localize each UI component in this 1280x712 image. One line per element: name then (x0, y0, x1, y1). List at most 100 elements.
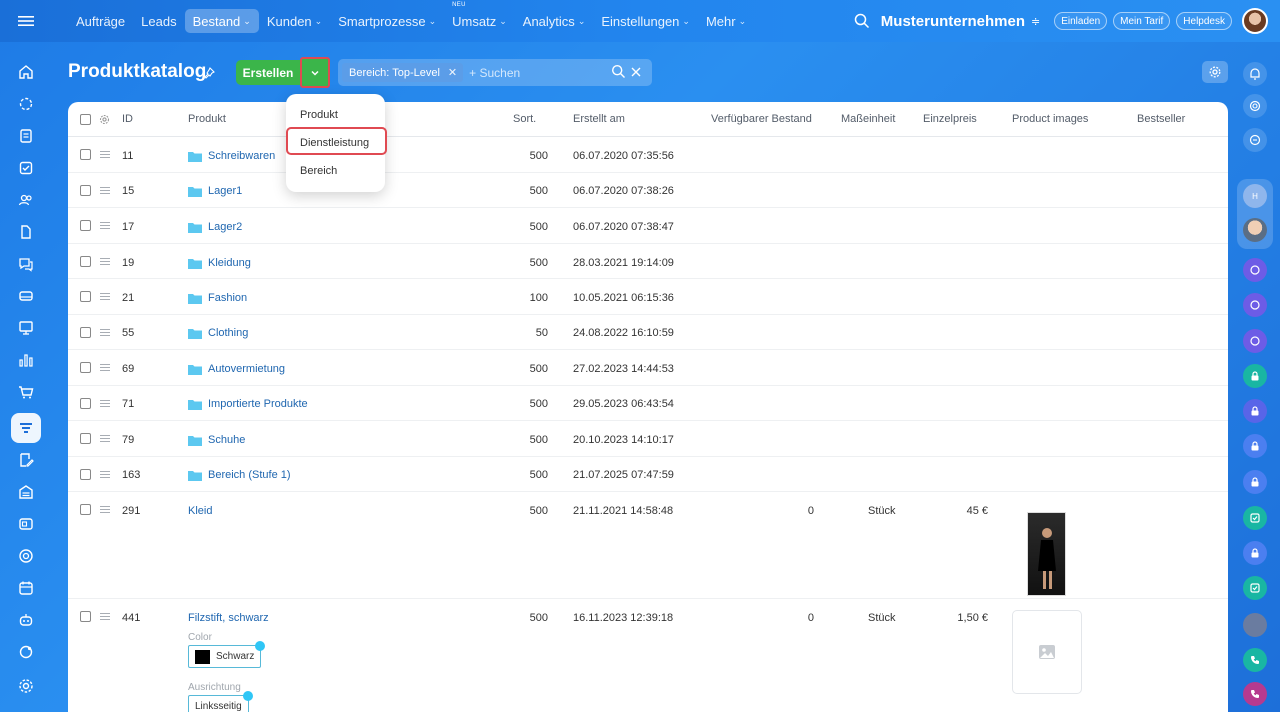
contacts-icon[interactable] (16, 190, 36, 210)
menu-item-produkt[interactable]: Produkt (300, 109, 338, 121)
column-header-id[interactable]: ID (122, 113, 133, 125)
home-icon[interactable] (16, 62, 36, 82)
marketplace-icon[interactable] (16, 642, 36, 662)
check-square-icon[interactable] (1243, 576, 1267, 600)
nav-item-auftraege[interactable]: Aufträge (68, 9, 133, 33)
row-checkbox[interactable] (80, 220, 91, 231)
product-link[interactable]: Kleid (188, 505, 212, 517)
column-header-images[interactable]: Product images (1012, 113, 1088, 125)
create-menu-toggle[interactable] (300, 57, 330, 88)
search-chat-icon[interactable] (1243, 128, 1267, 152)
row-checkbox[interactable] (80, 256, 91, 267)
row-checkbox[interactable] (80, 611, 91, 622)
page-settings-button[interactable] (1202, 61, 1228, 83)
row-checkbox[interactable] (80, 327, 91, 338)
file-icon[interactable] (16, 222, 36, 242)
presentation-icon[interactable] (16, 318, 36, 338)
search-placeholder[interactable]: + Suchen (469, 66, 520, 80)
lock-icon[interactable] (1243, 434, 1267, 458)
my-plan-button[interactable]: Mein Tarif (1113, 12, 1171, 30)
nav-item-analytics[interactable]: Analytics ⌄ (515, 9, 594, 33)
user-avatar[interactable] (1242, 8, 1268, 34)
table-row[interactable]: 55 Clothing 50 24.08.2022 16:10:59 (68, 315, 1228, 350)
terminal-icon[interactable] (16, 514, 36, 534)
menu-item-bereich[interactable]: Bereich (300, 165, 337, 177)
phone-icon[interactable] (1243, 648, 1267, 672)
table-row[interactable]: 21 Fashion 100 10.05.2021 06:15:36 (68, 279, 1228, 315)
product-link[interactable]: Schreibwaren (208, 150, 275, 162)
edit-document-icon[interactable] (16, 450, 36, 470)
column-header-stock[interactable]: Verfügbarer Bestand (711, 113, 812, 125)
column-header-price[interactable]: Einzelpreis (923, 113, 977, 125)
row-checkbox[interactable] (80, 185, 91, 196)
table-row[interactable]: 11 Schreibwaren 500 06.07.2020 07:35:56 (68, 137, 1228, 173)
column-settings-gear-icon[interactable] (99, 114, 110, 125)
product-link[interactable]: Kleidung (208, 257, 251, 269)
drag-handle-icon[interactable] (100, 400, 110, 409)
robot-icon[interactable] (16, 610, 36, 630)
create-button[interactable]: Erstellen (236, 60, 300, 85)
pin-icon[interactable] (202, 66, 216, 80)
attribute-chip-orientation[interactable]: Linksseitig (188, 691, 253, 712)
drag-handle-icon[interactable] (100, 187, 110, 196)
automation-icon[interactable] (16, 94, 36, 114)
row-checkbox[interactable] (80, 291, 91, 302)
warehouse-icon[interactable] (16, 482, 36, 502)
notification-bell-icon[interactable] (1243, 62, 1267, 86)
product-image-thumbnail[interactable] (1027, 512, 1066, 596)
calendar-icon[interactable] (16, 578, 36, 598)
nav-item-smartprozesse[interactable]: Smartprozesse ⌄ (330, 9, 444, 33)
product-link[interactable]: Bereich (Stufe 1) (208, 469, 291, 481)
product-link[interactable]: Fashion (208, 292, 247, 304)
column-header-created[interactable]: Erstellt am (573, 113, 625, 125)
table-row[interactable]: 69 Autovermietung 500 27.02.2023 14:44:5… (68, 350, 1228, 386)
drag-handle-icon[interactable] (100, 293, 110, 302)
channel-icon[interactable] (1243, 329, 1267, 353)
drag-handle-icon[interactable] (100, 258, 110, 267)
drag-handle-icon[interactable] (100, 364, 110, 373)
table-row[interactable]: 79 Schuhe 500 20.10.2023 14:10:17 (68, 421, 1228, 457)
chat-icon[interactable] (16, 254, 36, 274)
product-link[interactable]: Lager1 (208, 185, 242, 197)
invite-button[interactable]: Einladen (1054, 12, 1108, 30)
drag-handle-icon[interactable] (100, 329, 110, 338)
clear-icon[interactable] (630, 66, 642, 78)
helpdesk-button[interactable]: Helpdesk (1176, 12, 1232, 30)
row-checkbox[interactable] (80, 362, 91, 373)
select-all-checkbox[interactable] (80, 114, 91, 125)
search-icon[interactable] (611, 64, 626, 79)
menu-item-dienstleistung[interactable]: Dienstleistung (300, 137, 369, 149)
table-row[interactable]: 15 Lager1 500 06.07.2020 07:38:26 (68, 173, 1228, 208)
product-link[interactable]: Importierte Produkte (208, 398, 308, 410)
drag-handle-icon[interactable] (100, 506, 110, 515)
filter-search-bar[interactable]: Bereich: Top-Level ✕ + Suchen (338, 59, 652, 86)
check-square-icon[interactable] (1243, 506, 1267, 530)
analytics-icon[interactable] (16, 350, 36, 370)
nav-item-kunden[interactable]: Kunden ⌄ (259, 9, 330, 33)
table-row[interactable]: 71 Importierte Produkte 500 29.05.2023 0… (68, 386, 1228, 421)
drag-handle-icon[interactable] (100, 613, 110, 622)
column-header-sort[interactable]: Sort. (513, 113, 536, 125)
drag-handle-icon[interactable] (100, 222, 110, 231)
tasks-icon[interactable] (16, 158, 36, 178)
settings-icon[interactable] (16, 676, 36, 696)
product-link[interactable]: Clothing (208, 327, 248, 339)
channel-icon[interactable] (1243, 258, 1267, 282)
column-header-unit[interactable]: Maßeinheit (841, 113, 895, 125)
table-row[interactable]: 17 Lager2 500 06.07.2020 07:38:47 (68, 208, 1228, 244)
inbox-icon[interactable] (16, 286, 36, 306)
user-avatar-man[interactable] (1243, 218, 1267, 242)
product-image-placeholder[interactable] (1012, 610, 1082, 694)
copilot-icon[interactable] (1243, 94, 1267, 118)
nav-item-mehr[interactable]: Mehr ⌄ (698, 9, 754, 33)
column-header-product[interactable]: Produkt (188, 113, 226, 125)
row-checkbox[interactable] (80, 398, 91, 409)
product-link[interactable]: Autovermietung (208, 363, 285, 375)
attribute-chip-color[interactable]: Schwarz (188, 641, 266, 668)
drag-handle-icon[interactable] (100, 471, 110, 480)
cart-icon[interactable] (16, 382, 36, 402)
nav-item-umsatz[interactable]: NEU Umsatz ⌄ (444, 2, 515, 33)
product-link[interactable]: Lager2 (208, 221, 242, 233)
documents-icon[interactable] (16, 126, 36, 146)
lifebuoy-icon[interactable] (16, 546, 36, 566)
